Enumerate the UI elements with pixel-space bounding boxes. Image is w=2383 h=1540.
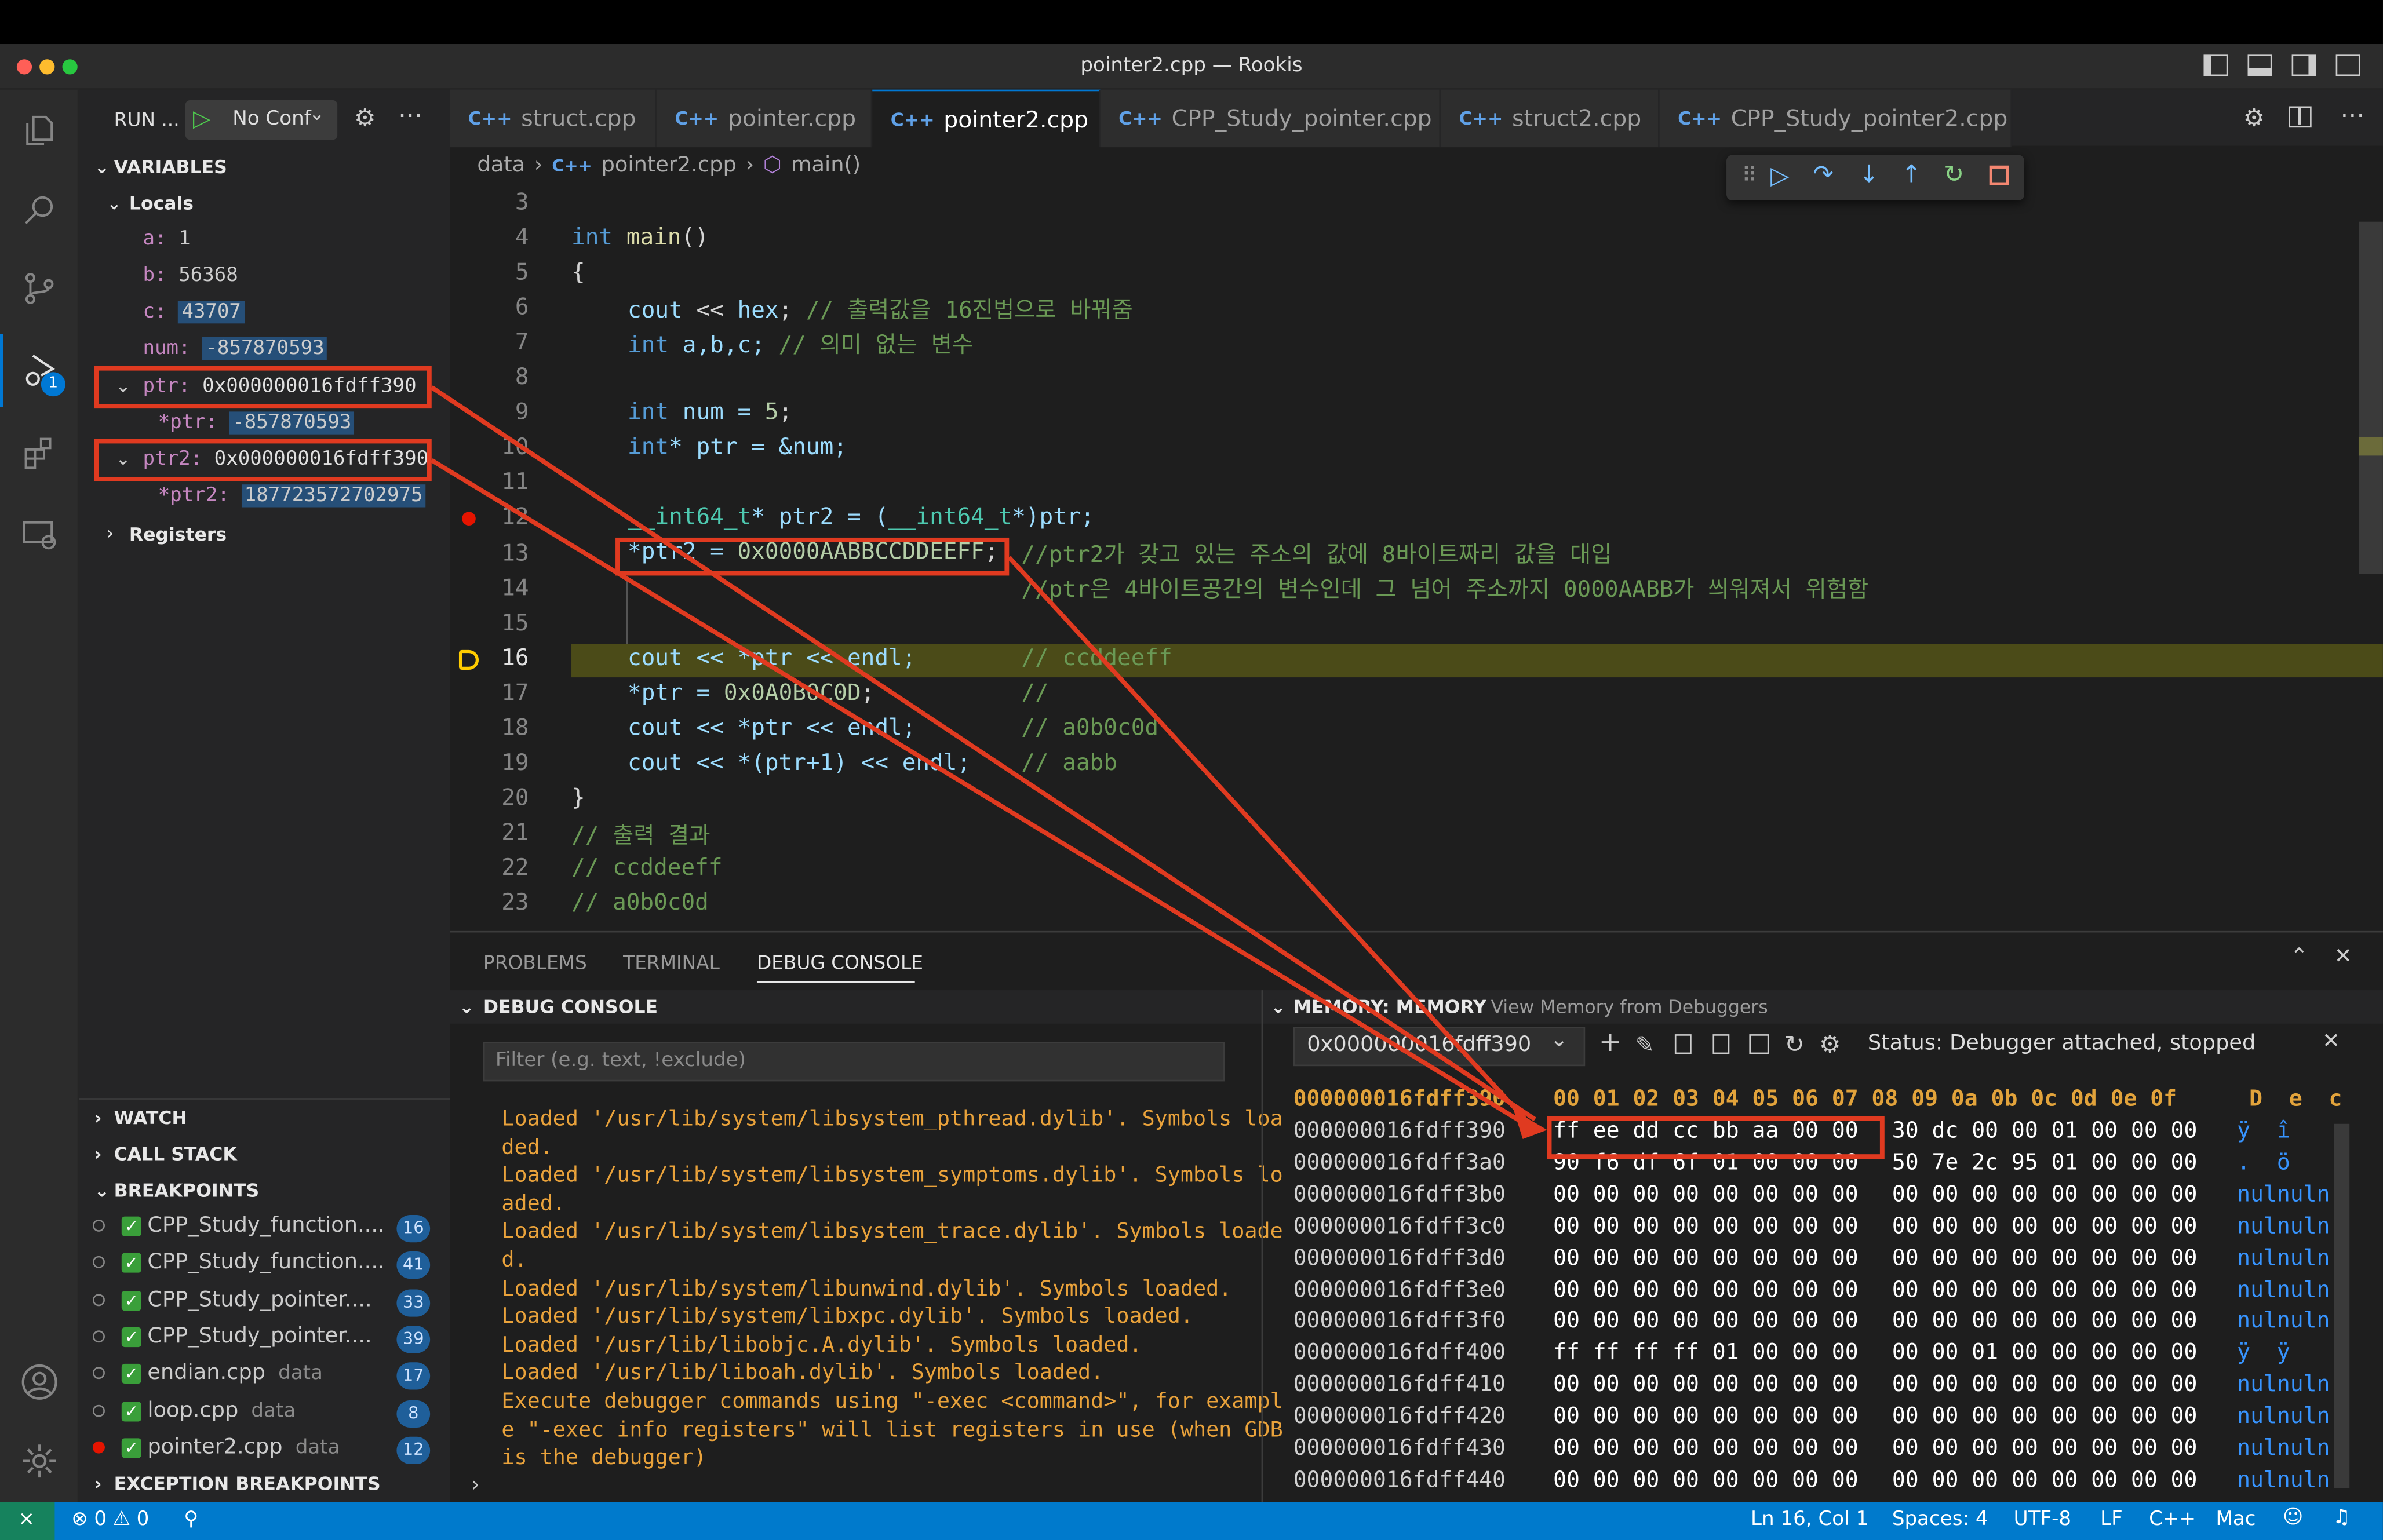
indentation[interactable]: Spaces: 4 [1892, 1508, 1988, 1531]
line-ending[interactable]: LF [2100, 1508, 2123, 1531]
problems-indicator[interactable]: ⊗ 0 ⚠ 0 [71, 1508, 149, 1531]
annotation-arrow-line [430, 385, 1536, 1122]
feedback-icon[interactable]: ☺ [2283, 1506, 2304, 1529]
remote-indicator-icon[interactable]: ⨯ [18, 1508, 35, 1531]
error-count: 0 [94, 1508, 107, 1531]
notifications-bell-icon[interactable]: ♫ [2333, 1506, 2351, 1529]
warning-icon: ⚠ [112, 1508, 131, 1531]
annotation-arrow-line [430, 458, 1536, 1132]
language-mode[interactable]: C++ [2149, 1508, 2196, 1531]
error-icon: ⊗ [71, 1508, 88, 1531]
annotation-arrow-line [1007, 556, 1537, 1132]
annotation-arrows [430, 385, 1547, 1139]
warning-count: 0 [136, 1508, 150, 1531]
cursor-position[interactable]: Ln 16, Col 1 [1751, 1508, 1868, 1531]
debug-launch-icon[interactable]: ⚲ [184, 1508, 198, 1531]
file-encoding[interactable]: UTF-8 [2014, 1508, 2071, 1531]
platform[interactable]: Mac [2216, 1508, 2256, 1531]
vscode-window: pointer2.cpp — Rookis 1 RUN ... ▷ No Con… [0, 0, 2383, 1540]
